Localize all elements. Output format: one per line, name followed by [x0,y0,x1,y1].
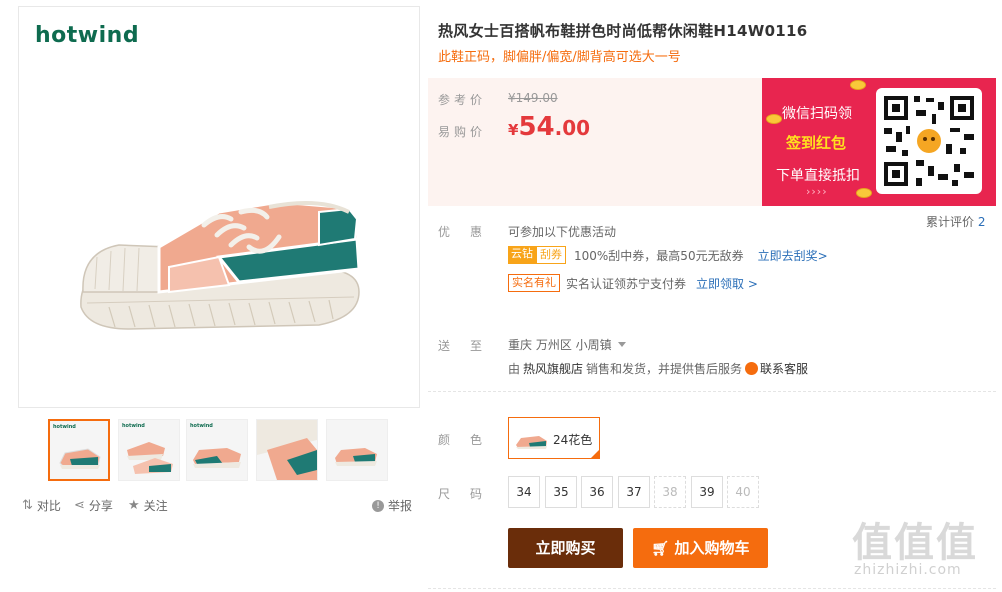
coin-icon [850,80,866,90]
store-name[interactable]: 热风旗舰店 [523,360,583,377]
share-button[interactable]: ⋖ 分享 [74,497,113,514]
watermark-logo: 值值值 [852,520,978,566]
size-option-34[interactable]: 34 [508,476,540,508]
thumbnail-3[interactable]: hotwind [186,419,248,481]
buy-now-button[interactable]: 立即购买 [508,528,623,568]
warning-icon: ! [372,499,384,512]
chevron-down-icon [617,342,626,347]
size-option-40: 40 [727,476,759,508]
coupon-offer: 云钻 刮券 100%刮中券，最高50元无敌券 立即去刮奖> [508,246,828,264]
seller-info: 由 热风旗舰店 销售和发货，并提供售后服务 联系客服 [508,360,809,377]
divider [428,588,996,589]
scratch-coupon-link[interactable]: 立即去刮奖> [758,247,828,264]
location-selector[interactable]: 重庆 万州区 小周镇 [508,336,626,353]
price-panel: 参考价 ¥149.00 易购价 ¥54.00 [428,78,764,206]
divider [428,391,996,392]
sneaker-thumb-image [59,448,101,469]
customer-service-button[interactable]: 联系客服 [745,360,808,377]
offers-label: 优惠 [438,225,503,239]
offers-intro: 可参加以下优惠活动 [508,225,617,239]
sneaker-pair-image [127,442,173,474]
compare-button[interactable]: ⇅ 对比 [22,497,61,514]
thumbnail-1[interactable]: hotwind [48,419,110,481]
size-option-39[interactable]: 39 [691,476,723,508]
report-button[interactable]: ! 举报 [372,497,412,514]
realname-offer: 实名有礼 实名认证领苏宁支付券 立即领取 > [508,274,758,292]
main-product-image[interactable]: hotwind [18,6,420,408]
share-icon: ⋖ [74,498,85,513]
add-to-cart-button[interactable]: 🛒︎ 加入购物车 [633,528,768,568]
product-subtitle: 此鞋正码，脚偏胖/偏宽/脚背高可选大一号 [438,50,681,65]
buy-price-label: 易购价 [438,125,487,139]
realname-gift-tag: 实名有礼 [508,274,560,292]
qr-code-image [884,96,974,186]
scratch-coupon-tag: 刮券 [536,246,566,264]
thumbnail-4[interactable] [256,419,318,481]
color-option-selected[interactable]: 24花色 [508,417,600,459]
thumbnail-5[interactable] [326,419,388,481]
wechat-promo-banner[interactable]: 微信扫码领 签到红包 下单直接抵扣 ›››› [762,78,996,206]
size-option-35[interactable]: 35 [545,476,577,508]
color-swatch-image [516,436,547,449]
coin-icon [766,114,782,124]
compare-icon: ⇅ [22,498,33,513]
chat-icon [745,362,759,375]
cart-icon: 🛒︎ [651,541,670,557]
sneaker-image [80,200,361,330]
star-icon: ★ [128,498,140,513]
cloud-diamond-tag: 云钻 [508,246,536,264]
ref-price-value: ¥149.00 [508,91,558,105]
watermark-url: zhizhizhi.com [854,562,962,578]
size-option-37[interactable]: 37 [618,476,650,508]
qr-code[interactable] [876,88,982,194]
sneaker-detail-image [257,420,317,480]
size-label: 尺码 [438,487,503,501]
size-option-36[interactable]: 36 [581,476,613,508]
sneaker-side-image [193,448,241,468]
follow-button[interactable]: ★ 关注 [128,497,168,514]
color-label: 颜色 [438,433,503,447]
coin-icon [856,188,872,198]
review-count[interactable]: 累计评价 2 [926,213,985,230]
delivery-label: 送至 [438,339,503,353]
sneaker-back-image [335,448,377,466]
claim-voucher-link[interactable]: 立即领取 > [696,275,758,292]
ref-price-label: 参考价 [438,93,487,107]
size-option-38: 38 [654,476,686,508]
buy-price: ¥54.00 [508,112,591,142]
selected-check-icon [590,449,600,459]
thumbnail-2[interactable]: hotwind [118,419,180,481]
product-title: 热风女士百搭帆布鞋拼色时尚低帮休闲鞋H14W0116 [438,22,808,40]
